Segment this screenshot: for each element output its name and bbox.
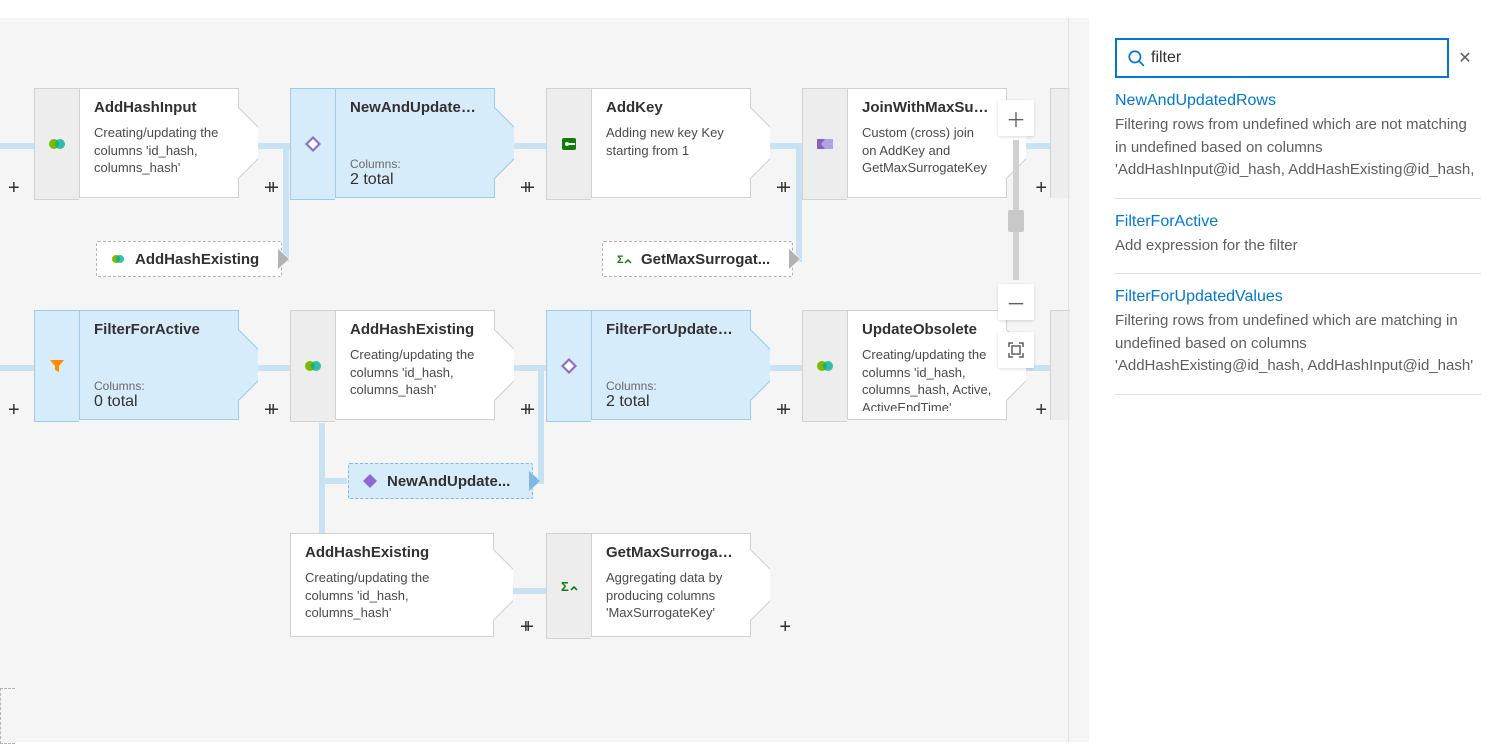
join-icon xyxy=(802,88,847,200)
node-title: FilterForUpdatedV... xyxy=(606,321,736,338)
aggregate-icon: Σ xyxy=(615,250,633,268)
svg-text:Σ: Σ xyxy=(617,254,624,266)
zoom-out-button[interactable]: － xyxy=(998,284,1034,320)
zoom-slider[interactable] xyxy=(1013,140,1019,280)
node-sublabel: Columns: xyxy=(94,379,224,393)
collapsed-branch[interactable] xyxy=(0,688,15,744)
search-box[interactable] xyxy=(1115,38,1449,78)
add-before-icon[interactable]: + xyxy=(776,399,788,422)
node-sublabel: Columns: xyxy=(606,379,736,393)
search-input[interactable] xyxy=(1151,40,1447,76)
search-result[interactable]: FilterForUpdatedValues Filtering rows fr… xyxy=(1115,274,1481,395)
svg-text:Σ: Σ xyxy=(561,579,569,594)
node-title: NewAndUpdated... xyxy=(350,99,480,116)
node-title: JoinWithMaxSurr... xyxy=(862,99,992,116)
node-offscreen[interactable] xyxy=(1050,310,1070,420)
node-icon xyxy=(1050,88,1070,198)
derived-column-icon xyxy=(34,88,79,200)
add-after-icon[interactable]: + xyxy=(779,616,791,639)
derived-column-icon xyxy=(802,310,847,422)
exists-icon xyxy=(290,88,335,200)
node-desc: Creating/updating the columns 'id_hash, … xyxy=(94,124,224,189)
add-before-icon[interactable]: + xyxy=(520,177,532,200)
result-desc: Filtering rows from undefined which are … xyxy=(1115,310,1481,378)
node-addhashexisting-b[interactable]: AddHashExisting Creating/updating the co… xyxy=(290,533,494,637)
node-addkey[interactable]: + AddKey Adding new key Key starting fro… xyxy=(546,88,751,198)
node-updateobsolete[interactable]: + UpdateObsolete Creating/updating the c… xyxy=(802,310,1007,420)
node-getmaxsurrogate[interactable]: + Σ GetMaxSurrogate... Aggregating data … xyxy=(546,533,751,637)
node-filterforupdatedvalues[interactable]: + FilterForUpdatedV... Columns: 2 total … xyxy=(546,310,751,420)
node-desc: Adding new key Key starting from 1 xyxy=(606,124,736,189)
top-toolbar xyxy=(0,0,1499,19)
add-before-icon[interactable]: + xyxy=(776,177,788,200)
result-title[interactable]: FilterForUpdatedValues xyxy=(1115,288,1481,306)
node-newandupdatedrows[interactable]: + NewAndUpdated... Columns: 2 total + xyxy=(290,88,495,198)
result-desc: Add expression for the filter xyxy=(1115,235,1481,258)
connector xyxy=(538,368,544,483)
node-joinwithmaxsurrogate[interactable]: + JoinWithMaxSurr... Custom (cross) join… xyxy=(802,88,1007,198)
node-filterforactive[interactable]: + FilterForActive Columns: 0 total + xyxy=(34,310,239,420)
result-title[interactable]: NewAndUpdatedRows xyxy=(1115,92,1481,110)
zoom-thumb[interactable] xyxy=(1008,210,1024,232)
ref-addhashexisting[interactable]: AddHashExisting xyxy=(96,241,282,277)
node-title: AddHashExisting xyxy=(305,544,479,561)
ref-newandupdated[interactable]: NewAndUpdate... xyxy=(348,463,533,499)
node-desc: Creating/updating the columns 'id_hash, … xyxy=(305,569,479,628)
node-title: FilterForActive xyxy=(94,321,224,338)
ref-label: AddHashExisting xyxy=(135,251,259,268)
search-result[interactable]: FilterForActive Add expression for the f… xyxy=(1115,199,1481,275)
exists-icon xyxy=(361,472,379,490)
result-desc: Filtering rows from undefined which are … xyxy=(1115,114,1481,182)
result-title[interactable]: FilterForActive xyxy=(1115,213,1481,231)
add-before-icon[interactable]: + xyxy=(264,177,276,200)
search-result[interactable]: NewAndUpdatedRows Filtering rows from un… xyxy=(1115,78,1481,199)
search-panel: ✕ NewAndUpdatedRows Filtering rows from … xyxy=(1089,18,1499,742)
filter-icon xyxy=(34,310,79,422)
add-after-icon[interactable]: + xyxy=(1035,399,1047,422)
exists-icon xyxy=(546,310,591,422)
node-desc: Creating/updating the columns 'id_hash, … xyxy=(350,346,480,411)
node-desc: Custom (cross) join on AddKey and GetMax… xyxy=(862,124,992,189)
node-addhashexisting[interactable]: + AddHashExisting Creating/updating the … xyxy=(290,310,495,420)
add-before-icon[interactable]: + xyxy=(8,399,20,422)
node-column-count: 0 total xyxy=(94,393,224,411)
derived-column-icon xyxy=(109,250,127,268)
ref-getmaxsurrogate[interactable]: Σ GetMaxSurrogat... xyxy=(602,241,793,277)
zoom-fit-button[interactable] xyxy=(998,332,1034,368)
node-desc: Aggregating data by producing columns 'M… xyxy=(606,569,736,628)
node-title: AddKey xyxy=(606,99,736,116)
node-title: AddHashInput xyxy=(94,99,224,116)
search-icon xyxy=(1127,49,1145,67)
zoom-controls: ＋ － xyxy=(998,100,1034,368)
ref-label: GetMaxSurrogat... xyxy=(641,251,770,268)
add-before-icon[interactable]: + xyxy=(264,399,276,422)
add-after-icon[interactable]: + xyxy=(1035,177,1047,200)
node-title: UpdateObsolete xyxy=(862,321,992,338)
node-icon xyxy=(1050,310,1070,420)
panel-divider[interactable] xyxy=(1068,18,1069,742)
node-desc: Creating/updating the columns 'id_hash, … xyxy=(862,346,992,411)
connector xyxy=(319,423,325,483)
add-before-icon[interactable]: + xyxy=(8,177,20,200)
surrogate-key-icon xyxy=(546,88,591,200)
node-title: AddHashExisting xyxy=(350,321,480,338)
node-column-count: 2 total xyxy=(350,171,480,189)
zoom-in-button[interactable]: ＋ xyxy=(998,100,1034,136)
node-column-count: 2 total xyxy=(606,393,736,411)
derived-column-icon xyxy=(290,310,335,422)
add-before-icon[interactable]: + xyxy=(520,399,532,422)
aggregate-icon: Σ xyxy=(546,533,591,639)
add-before-icon[interactable]: + xyxy=(520,616,532,639)
node-sublabel: Columns: xyxy=(350,157,480,171)
ref-label: NewAndUpdate... xyxy=(387,473,510,490)
node-title: GetMaxSurrogate... xyxy=(606,544,736,561)
node-offscreen[interactable] xyxy=(1050,88,1070,198)
node-addhashinput[interactable]: + AddHashInput Creating/updating the col… xyxy=(34,88,239,198)
close-search-button[interactable]: ✕ xyxy=(1449,48,1481,68)
